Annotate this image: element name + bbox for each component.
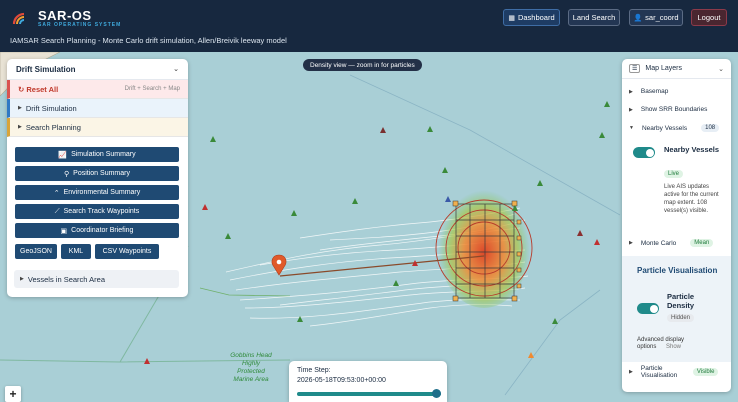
top-bar: SAR-OS SAR OPERATING SYSTEM IAMSAR Searc…: [0, 0, 738, 52]
density-view-banner: Density view — zoom in for particles: [303, 59, 422, 71]
chevron-right-icon: ▶: [18, 105, 22, 111]
user-button[interactable]: 👤 sar_coord: [629, 9, 683, 26]
particle-visualisation-section: Particle Visualisation Particle Density …: [622, 256, 731, 362]
logout-button[interactable]: Logout: [691, 9, 727, 26]
wind-icon: ⌃: [53, 189, 60, 197]
reset-hint: Drift + Search + Map: [124, 86, 180, 92]
panel-header[interactable]: Drift Simulation ⌄: [7, 59, 188, 80]
visible-badge: Visible: [692, 368, 719, 376]
dashboard-button[interactable]: ▦ Dashboard: [503, 9, 560, 26]
export-geojson-button[interactable]: GeoJSON: [15, 244, 57, 259]
particle-density-toggle[interactable]: [637, 303, 659, 314]
chevron-right-icon: ▶: [629, 369, 633, 375]
page-subtitle: IAMSAR Search Planning - Monte Carlo dri…: [10, 36, 287, 45]
coordinator-briefing-button[interactable]: ▣ Coordinator Briefing: [15, 223, 179, 238]
simulation-summary-button[interactable]: 📈 Simulation Summary: [15, 147, 179, 162]
layers-icon: ☰: [629, 64, 641, 73]
brand-tagline: SAR OPERATING SYSTEM: [38, 22, 122, 28]
zoom-in-button[interactable]: +: [5, 386, 21, 402]
layer-basemap[interactable]: ▶ Basemap: [629, 88, 668, 95]
brand-name: SAR-OS: [38, 8, 92, 23]
nearby-vessels-toggle[interactable]: [633, 147, 655, 158]
chart-icon: 📈: [58, 151, 68, 159]
vessels-in-search-area-section[interactable]: ▶ Vessels in Search Area: [14, 270, 179, 288]
nearby-vessels-toggle-label: Nearby Vessels: [664, 145, 720, 154]
section-drift-simulation[interactable]: ▶ Drift Simulation: [7, 99, 188, 118]
export-kml-button[interactable]: KML: [61, 244, 91, 259]
live-ais-text: Live AIS updates active for the current …: [664, 184, 719, 214]
export-csv-waypoints-button[interactable]: CSV Waypoints: [95, 244, 159, 259]
environmental-summary-button[interactable]: ⌃ Environmental Summary: [15, 185, 179, 200]
ais-vessels: [144, 101, 610, 364]
chevron-down-icon: ▼: [629, 125, 634, 131]
track-icon: ⟋: [54, 207, 60, 215]
show-advanced-link[interactable]: Show: [666, 344, 681, 350]
chevron-down-icon[interactable]: ⌄: [718, 65, 724, 73]
sar-os-logo-icon: [12, 12, 25, 25]
mean-badge: Mean: [690, 239, 714, 247]
mpa-label: Gobbins Head Highly Protected Marine Are…: [230, 352, 272, 383]
time-step-value: 2026-05-18T09:53:00+00:00: [297, 377, 386, 384]
time-step-slider[interactable]: [297, 389, 441, 398]
chevron-right-icon: ▶: [18, 124, 22, 130]
reset-all-button[interactable]: ↻ Reset All Drift + Search + Map: [7, 80, 188, 99]
document-icon: ▣: [60, 227, 68, 235]
land-search-button[interactable]: Land Search: [568, 9, 620, 26]
panel-title: Drift Simulation: [16, 64, 76, 74]
chevron-right-icon: ▶: [629, 106, 633, 113]
dashboard-icon: ▦: [508, 14, 515, 22]
pin-icon: ⚲: [64, 170, 70, 178]
layer-nearby-vessels[interactable]: ▼ Nearby Vessels 108: [629, 124, 720, 132]
time-step-label: Time Step:: [297, 367, 331, 374]
layer-monte-carlo[interactable]: ▶ Monte Carlo Mean: [629, 239, 714, 247]
chevron-right-icon: ▶: [20, 276, 24, 282]
chevron-right-icon: ▶: [629, 88, 633, 95]
mpa-boundary: [199, 287, 291, 297]
map-layers-panel: ☰ Map Layers ⌄ ▶ Basemap ▶ Show SRR Bounda…: [622, 59, 731, 392]
chevron-right-icon: ▶: [629, 240, 633, 246]
boundary-line: [504, 289, 601, 396]
vessel-count-badge: 108: [701, 124, 720, 132]
user-icon: 👤: [633, 14, 643, 22]
layer-particle-visualisation[interactable]: ▶ Particle Visualisation Visible: [629, 365, 719, 379]
map-layers-header[interactable]: ☰ Map Layers ⌄: [622, 59, 731, 79]
section-search-planning[interactable]: ▶ Search Planning: [7, 118, 188, 137]
layer-srr-boundaries[interactable]: ▶ Show SRR Boundaries: [629, 106, 707, 113]
search-track-waypoints-button[interactable]: ⟋ Search Track Waypoints: [15, 204, 179, 219]
live-badge: Live: [664, 170, 684, 178]
particle-visualisation-title: Particle Visualisation: [637, 266, 718, 275]
time-step-control: Time Step: 2026-05-18T09:53:00+00:00: [289, 361, 447, 402]
particle-density-label: Particle Density: [667, 292, 695, 310]
chevron-down-icon[interactable]: ⌄: [173, 65, 179, 73]
position-summary-button[interactable]: ⚲ Position Summary: [15, 166, 179, 181]
hidden-badge: Hidden: [667, 314, 695, 322]
drift-simulation-panel: Drift Simulation ⌄ ↻ Reset All Drift + S…: [7, 59, 188, 297]
